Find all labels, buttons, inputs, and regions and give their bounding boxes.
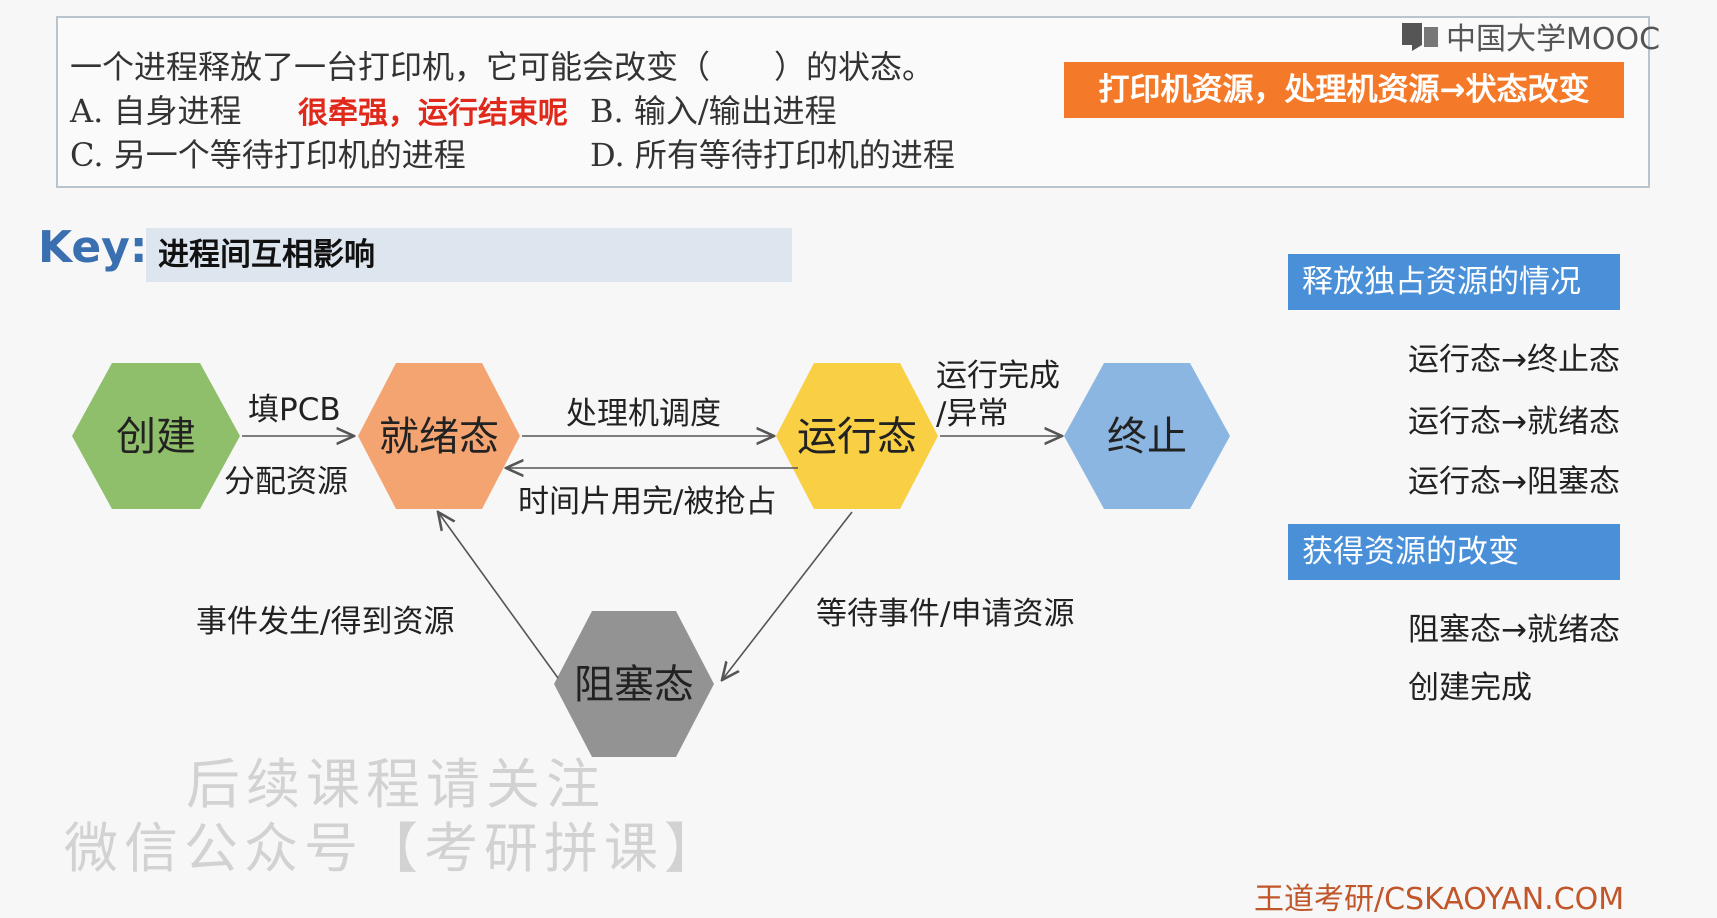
edge-label-dispatch: 处理机调度 xyxy=(566,396,721,432)
watermark-line2: 微信公众号【考研拼课】 xyxy=(64,817,724,880)
edge-label-complete: 运行完成 xyxy=(936,358,1060,394)
acquire-header: 获得资源的改变 xyxy=(1288,524,1620,580)
release-item: 运行态→就绪态 xyxy=(1408,404,1620,440)
release-item: 运行态→阻塞态 xyxy=(1408,464,1620,500)
node-terminate-label: 终止 xyxy=(1107,414,1187,460)
node-running-label: 运行态 xyxy=(797,414,917,460)
edge-label-allocate: 分配资源 xyxy=(224,464,348,500)
acquire-item: 创建完成 xyxy=(1408,670,1532,706)
edge-label-wait: 等待事件/申请资源 xyxy=(816,596,1074,632)
edge-label-preempt: 时间片用完/被抢占 xyxy=(518,484,776,520)
node-ready-label: 就绪态 xyxy=(379,414,499,460)
edge-label-exception: /异常 xyxy=(936,396,1008,432)
release-header: 释放独占资源的情况 xyxy=(1288,254,1620,310)
release-item: 运行态→终止态 xyxy=(1408,342,1620,378)
footer-brand: 王道考研/CSKAOYAN.COM xyxy=(1254,882,1625,917)
node-create-label: 创建 xyxy=(116,414,196,460)
edge-blocked-ready xyxy=(438,512,559,679)
edge-label-fill-pcb: 填PCB xyxy=(248,392,341,428)
acquire-item: 阻塞态→就绪态 xyxy=(1408,612,1620,648)
edge-label-wakeup: 事件发生/得到资源 xyxy=(196,604,454,640)
node-blocked-label: 阻塞态 xyxy=(574,662,694,708)
